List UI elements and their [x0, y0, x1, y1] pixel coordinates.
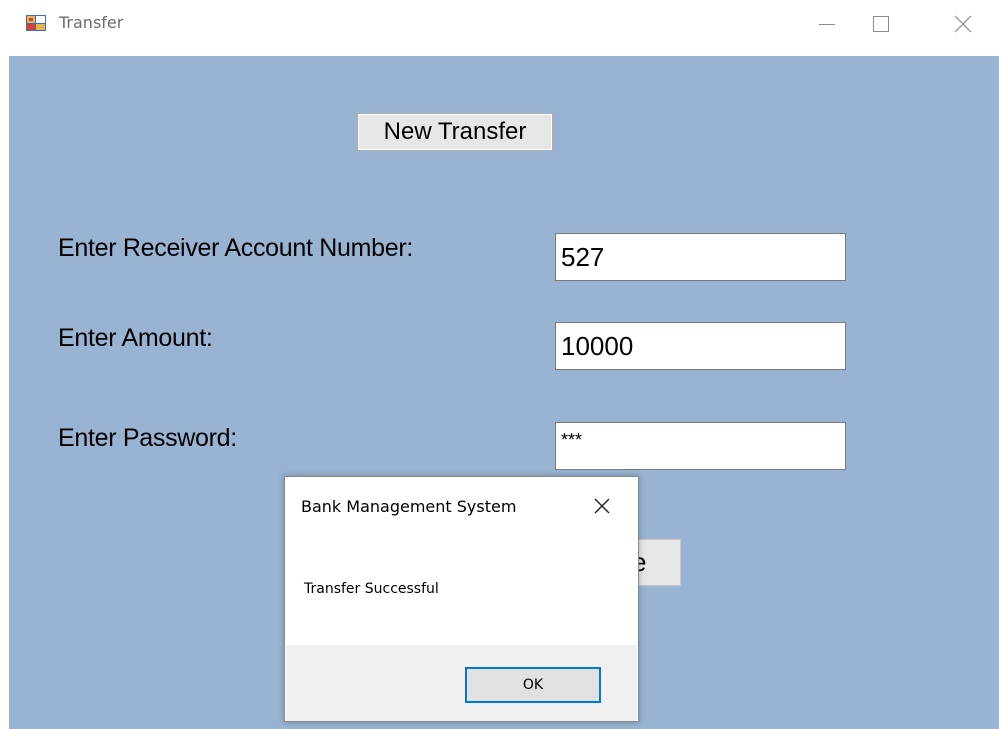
minimize-icon: [819, 24, 835, 25]
receiver-account-label: Enter Receiver Account Number:: [58, 234, 414, 262]
receiver-account-input[interactable]: 527: [555, 233, 846, 281]
dialog-close-button[interactable]: [591, 495, 613, 517]
password-label: Enter Password:: [58, 424, 237, 452]
dialog-message: Transfer Successful: [304, 581, 439, 597]
maximize-icon: [873, 16, 889, 32]
password-input[interactable]: ***: [555, 422, 846, 470]
dialog-footer: OK: [286, 645, 637, 721]
amount-input[interactable]: 10000: [555, 322, 846, 370]
close-icon: [954, 15, 972, 33]
message-dialog: Bank Management System Transfer Successf…: [284, 476, 639, 722]
title-bar[interactable]: Transfer: [0, 0, 999, 52]
dialog-title: Bank Management System: [301, 497, 517, 516]
ok-button[interactable]: OK: [465, 667, 601, 703]
close-button[interactable]: [936, 0, 990, 48]
window-title: Transfer: [59, 13, 124, 32]
app-icon: [26, 14, 46, 32]
transfer-window: Transfer New Transfer Enter Receiver Acc…: [0, 0, 999, 729]
close-icon: [594, 498, 610, 514]
maximize-button[interactable]: [854, 0, 908, 48]
amount-label: Enter Amount:: [58, 324, 213, 352]
new-transfer-button[interactable]: New Transfer: [357, 113, 553, 151]
minimize-button[interactable]: [800, 0, 854, 48]
